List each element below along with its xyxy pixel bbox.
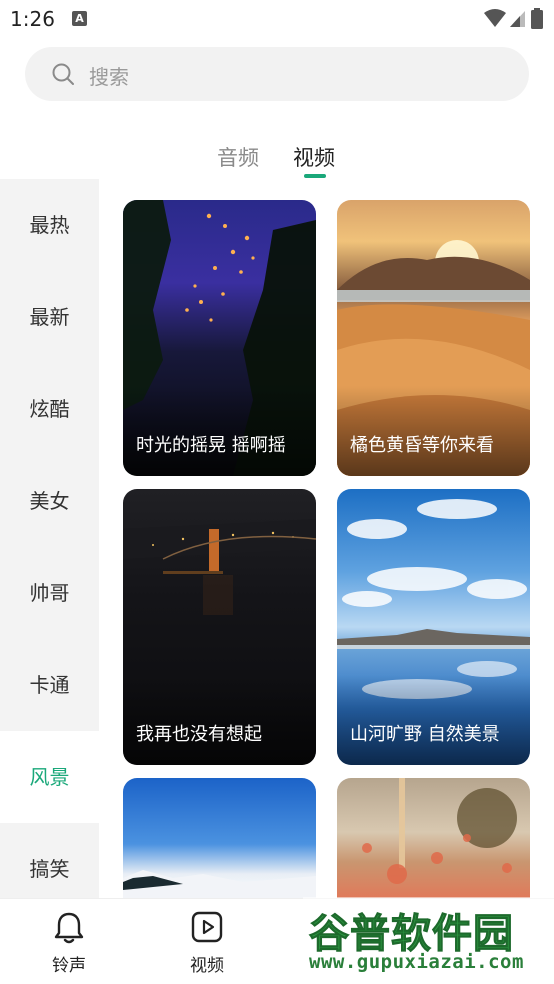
signal-icon bbox=[510, 11, 525, 27]
video-card[interactable] bbox=[337, 778, 530, 898]
video-title: 我再也没有想起 bbox=[136, 724, 262, 745]
status-time: 1:26 bbox=[10, 7, 55, 31]
status-bar: 1:26 A bbox=[0, 0, 554, 38]
flowers-thumbnail bbox=[362, 778, 517, 884]
video-card[interactable]: 时光的摇晃 摇啊摇 bbox=[123, 200, 316, 476]
sidebar-item-cool[interactable]: 炫酷 bbox=[0, 363, 99, 455]
nav-videos[interactable]: 视频 bbox=[157, 899, 257, 984]
search-icon bbox=[52, 63, 74, 85]
screen: 1:26 A 搜索 音频 视频 最热 最新 炫酷 美女 帅哥 卡通 风景 搞笑 … bbox=[0, 0, 554, 984]
video-card[interactable]: 橘色黄昏等你来看 bbox=[337, 200, 530, 476]
search-input[interactable]: 搜索 bbox=[89, 61, 129, 90]
video-title: 时光的摇晃 摇啊摇 bbox=[136, 435, 286, 456]
nav-ringtones[interactable]: 铃声 bbox=[19, 899, 119, 984]
notification-icon: A bbox=[72, 11, 87, 26]
play-icon bbox=[191, 911, 223, 943]
tab-indicator bbox=[304, 174, 326, 178]
video-card[interactable]: 我再也没有想起 bbox=[123, 489, 316, 765]
video-card[interactable] bbox=[123, 778, 316, 898]
tab-audio[interactable]: 音频 bbox=[217, 142, 259, 172]
tab-video[interactable]: 视频 bbox=[293, 142, 335, 172]
sidebar-item-scenery[interactable]: 风景 bbox=[0, 731, 99, 823]
category-sidebar: 最热 最新 炫酷 美女 帅哥 卡通 风景 搞笑 bbox=[0, 179, 99, 898]
sidebar-item-newest[interactable]: 最新 bbox=[0, 271, 99, 363]
search-bar[interactable]: 搜索 bbox=[25, 47, 529, 101]
battery-icon bbox=[531, 8, 543, 29]
sidebar-item-cartoon[interactable]: 卡通 bbox=[0, 639, 99, 731]
bell-icon bbox=[54, 912, 84, 944]
nav-label: 视频 bbox=[190, 956, 224, 976]
nav-label: 铃声 bbox=[52, 956, 86, 976]
watermark-url: www.gupuxiazai.com bbox=[309, 951, 524, 973]
status-icons bbox=[484, 8, 544, 30]
snow-field-thumbnail bbox=[123, 870, 316, 898]
sidebar-item-hottest[interactable]: 最热 bbox=[0, 179, 99, 271]
sidebar-item-handsome[interactable]: 帅哥 bbox=[0, 547, 99, 639]
video-title: 山河旷野 自然美景 bbox=[350, 724, 500, 745]
sidebar-item-beauty[interactable]: 美女 bbox=[0, 455, 99, 547]
video-card[interactable]: 山河旷野 自然美景 bbox=[337, 489, 530, 765]
watermark-logo: 谷普软件园 www.gupuxiazai.com bbox=[303, 897, 554, 976]
video-title: 橘色黄昏等你来看 bbox=[350, 435, 494, 456]
wifi-icon bbox=[484, 9, 506, 27]
